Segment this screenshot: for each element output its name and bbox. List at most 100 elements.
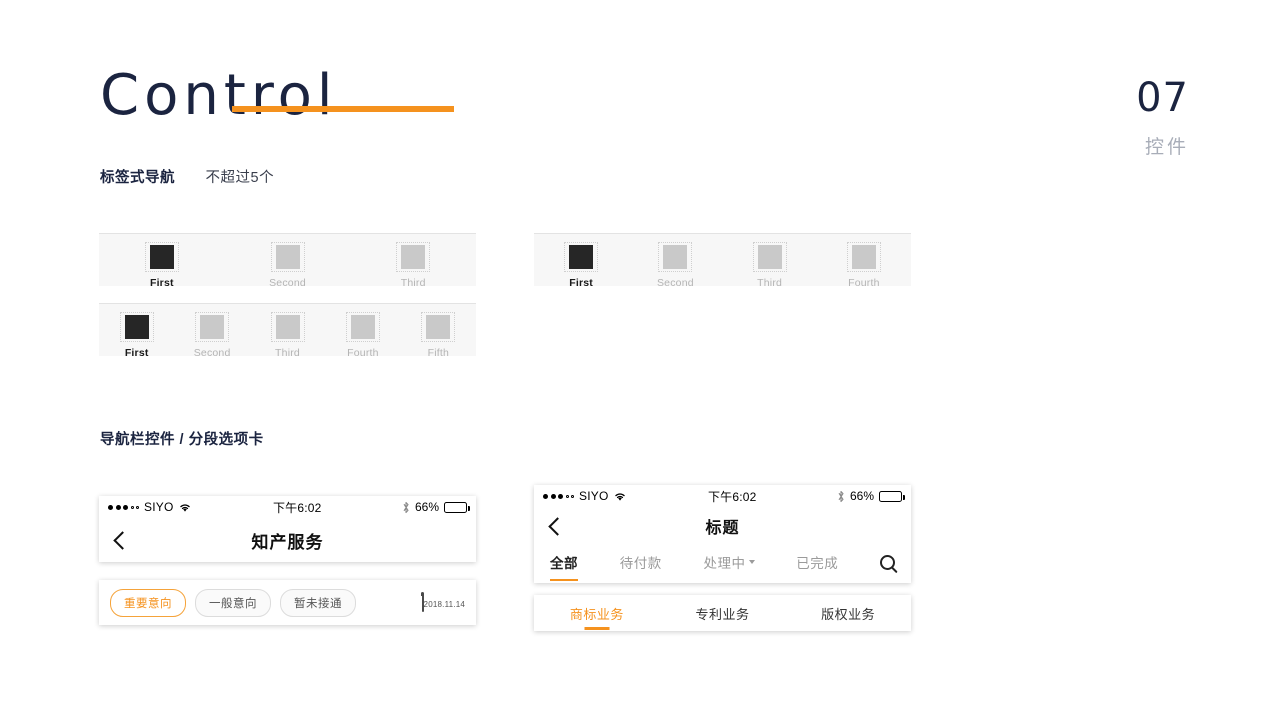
tab-label: Fourth <box>347 347 379 359</box>
segment-tab-processing[interactable]: 处理中 <box>704 552 755 572</box>
tab-icon-placeholder <box>270 242 305 272</box>
tab-item-third[interactable]: Third <box>250 304 325 359</box>
tab-label: Fourth <box>848 277 880 289</box>
tab-label: First <box>569 277 593 289</box>
tab-icon-placeholder <box>144 242 179 272</box>
filter-chip-unreached[interactable]: 暂未接通 <box>280 588 356 617</box>
section-number: 07 <box>1136 75 1189 121</box>
status-bar-right: 66% <box>402 500 470 514</box>
segment-tab-all[interactable]: 全部 <box>550 552 578 581</box>
page-title: Control <box>100 63 338 128</box>
section-number-block: 07 控件 <box>1136 76 1189 159</box>
tab-icon-third <box>275 315 300 339</box>
tab-icon-second <box>200 315 225 339</box>
four-tab-bar[interactable]: First Second Third Fourth <box>534 233 911 289</box>
status-bar-time: 下午6:02 <box>707 489 757 504</box>
tab-label: Second <box>269 277 306 289</box>
tab-icon-fifth <box>426 315 451 339</box>
tab-label: Second <box>193 347 231 359</box>
tab-item-fourth[interactable]: Fourth <box>817 234 911 289</box>
battery-percent-label: 66% <box>849 489 874 503</box>
status-bar-left: SIYO <box>108 500 192 514</box>
tab-item-fifth[interactable]: Fifth <box>401 304 476 359</box>
signal-dots-icon <box>543 493 574 499</box>
status-bar-left: SIYO <box>543 489 627 503</box>
tab-item-second[interactable]: Second <box>174 304 249 359</box>
date-picker-button[interactable]: 2018.11.14 <box>421 592 465 612</box>
phone-left-nav-bar: 知产服务 <box>99 518 476 562</box>
sub-segment-copyright[interactable]: 版权业务 <box>785 604 911 623</box>
tab-item-third[interactable]: Third <box>350 234 476 289</box>
calendar-date-label: 2018.11.14 <box>423 599 465 609</box>
tab-icon-placeholder <box>421 312 456 342</box>
segment-tab-label: 已完成 <box>796 556 839 571</box>
sub-segment-patent[interactable]: 专利业务 <box>660 604 786 623</box>
tab-icon-fourth <box>350 315 375 339</box>
tab-icon-placeholder <box>752 242 787 272</box>
tab-item-second[interactable]: Second <box>225 234 351 289</box>
phone-left-nav-title: 知产服务 <box>251 532 324 552</box>
status-bar-time: 下午6:02 <box>272 500 322 515</box>
tab-item-third[interactable]: Third <box>723 234 817 289</box>
segment-tab-completed[interactable]: 已完成 <box>796 552 838 572</box>
slide-canvas: Control 07 控件 标签式导航 不超过5个 First Second T… <box>0 0 1280 715</box>
tab-label: Second <box>656 277 694 289</box>
tab-label: Fifth <box>427 347 450 359</box>
tab-icon-third <box>757 245 782 269</box>
section-label-navbar: 导航栏控件 / 分段选项卡 <box>100 428 264 449</box>
chevron-down-icon <box>748 560 755 564</box>
carrier-label: SIYO <box>144 500 174 514</box>
search-icon[interactable] <box>880 554 895 570</box>
tab-icon-placeholder <box>396 242 431 272</box>
carrier-label: SIYO <box>579 489 609 503</box>
tab-item-first[interactable]: First <box>99 234 225 289</box>
tab-icon-second <box>663 245 688 269</box>
tab-icon-placeholder <box>345 312 380 342</box>
segment-tab-row: 全部 待付款 处理中 已完成 <box>534 545 911 581</box>
tab-icon-third <box>401 245 426 269</box>
section-number-subtitle: 控件 <box>1144 137 1189 158</box>
filter-chip-general[interactable]: 一般意向 <box>195 588 271 617</box>
tab-icon-first <box>569 245 594 269</box>
wifi-icon <box>615 492 626 501</box>
bluetooth-icon <box>403 501 409 513</box>
calendar-icon <box>421 592 424 612</box>
battery-icon <box>444 501 470 513</box>
tab-icon-placeholder <box>564 242 599 272</box>
section-label-tabnav: 标签式导航 不超过5个 <box>100 166 274 187</box>
tab-item-first[interactable]: First <box>534 234 628 289</box>
sub-segment-row: 商标业务 专利业务 版权业务 <box>534 595 911 631</box>
tab-icon-fourth <box>851 245 876 269</box>
battery-icon <box>879 490 905 502</box>
phone-right-nav-bar: 标题 <box>534 507 911 545</box>
three-tab-bar[interactable]: First Second Third <box>99 233 476 289</box>
wifi-icon <box>180 503 191 512</box>
phone-right-nav-title: 标题 <box>705 520 740 537</box>
phone-right-subsegment-card: 商标业务 专利业务 版权业务 <box>534 595 911 631</box>
battery-percent-label: 66% <box>414 500 439 514</box>
tab-icon-placeholder <box>119 312 154 342</box>
status-bar: SIYO 下午6:02 66% <box>534 485 911 507</box>
tab-item-second[interactable]: Second <box>628 234 722 289</box>
tab-icon-placeholder <box>658 242 693 272</box>
tab-icon-placeholder <box>270 312 305 342</box>
sub-segment-trademark[interactable]: 商标业务 <box>534 604 660 623</box>
five-tab-bar[interactable]: First Second Third Fourth Fifth <box>99 303 476 359</box>
section-label-text: 导航栏控件 / 分段选项卡 <box>100 432 264 448</box>
tab-icon-second <box>275 245 300 269</box>
status-bar: SIYO 下午6:02 66% <box>99 496 476 518</box>
tab-item-first[interactable]: First <box>99 304 174 359</box>
phone-left-navbar-card: SIYO 下午6:02 66% 知产服务 <box>99 496 476 562</box>
tab-icon-placeholder <box>846 242 881 272</box>
segment-tab-pending-payment[interactable]: 待付款 <box>620 552 662 572</box>
phone-left-filter-card: 重要意向 一般意向 暂未接通 2018.11.14 <box>99 580 476 625</box>
title-strike-line <box>232 106 454 112</box>
tab-icon-placeholder <box>195 312 230 342</box>
tab-item-fourth[interactable]: Fourth <box>325 304 400 359</box>
section-note-text: 不超过5个 <box>205 170 275 186</box>
signal-dots-icon <box>108 504 139 510</box>
segment-tab-label: 处理中 <box>703 556 746 571</box>
bluetooth-icon <box>838 490 844 502</box>
filter-chip-important[interactable]: 重要意向 <box>110 588 186 617</box>
tab-label: Third <box>400 277 426 289</box>
